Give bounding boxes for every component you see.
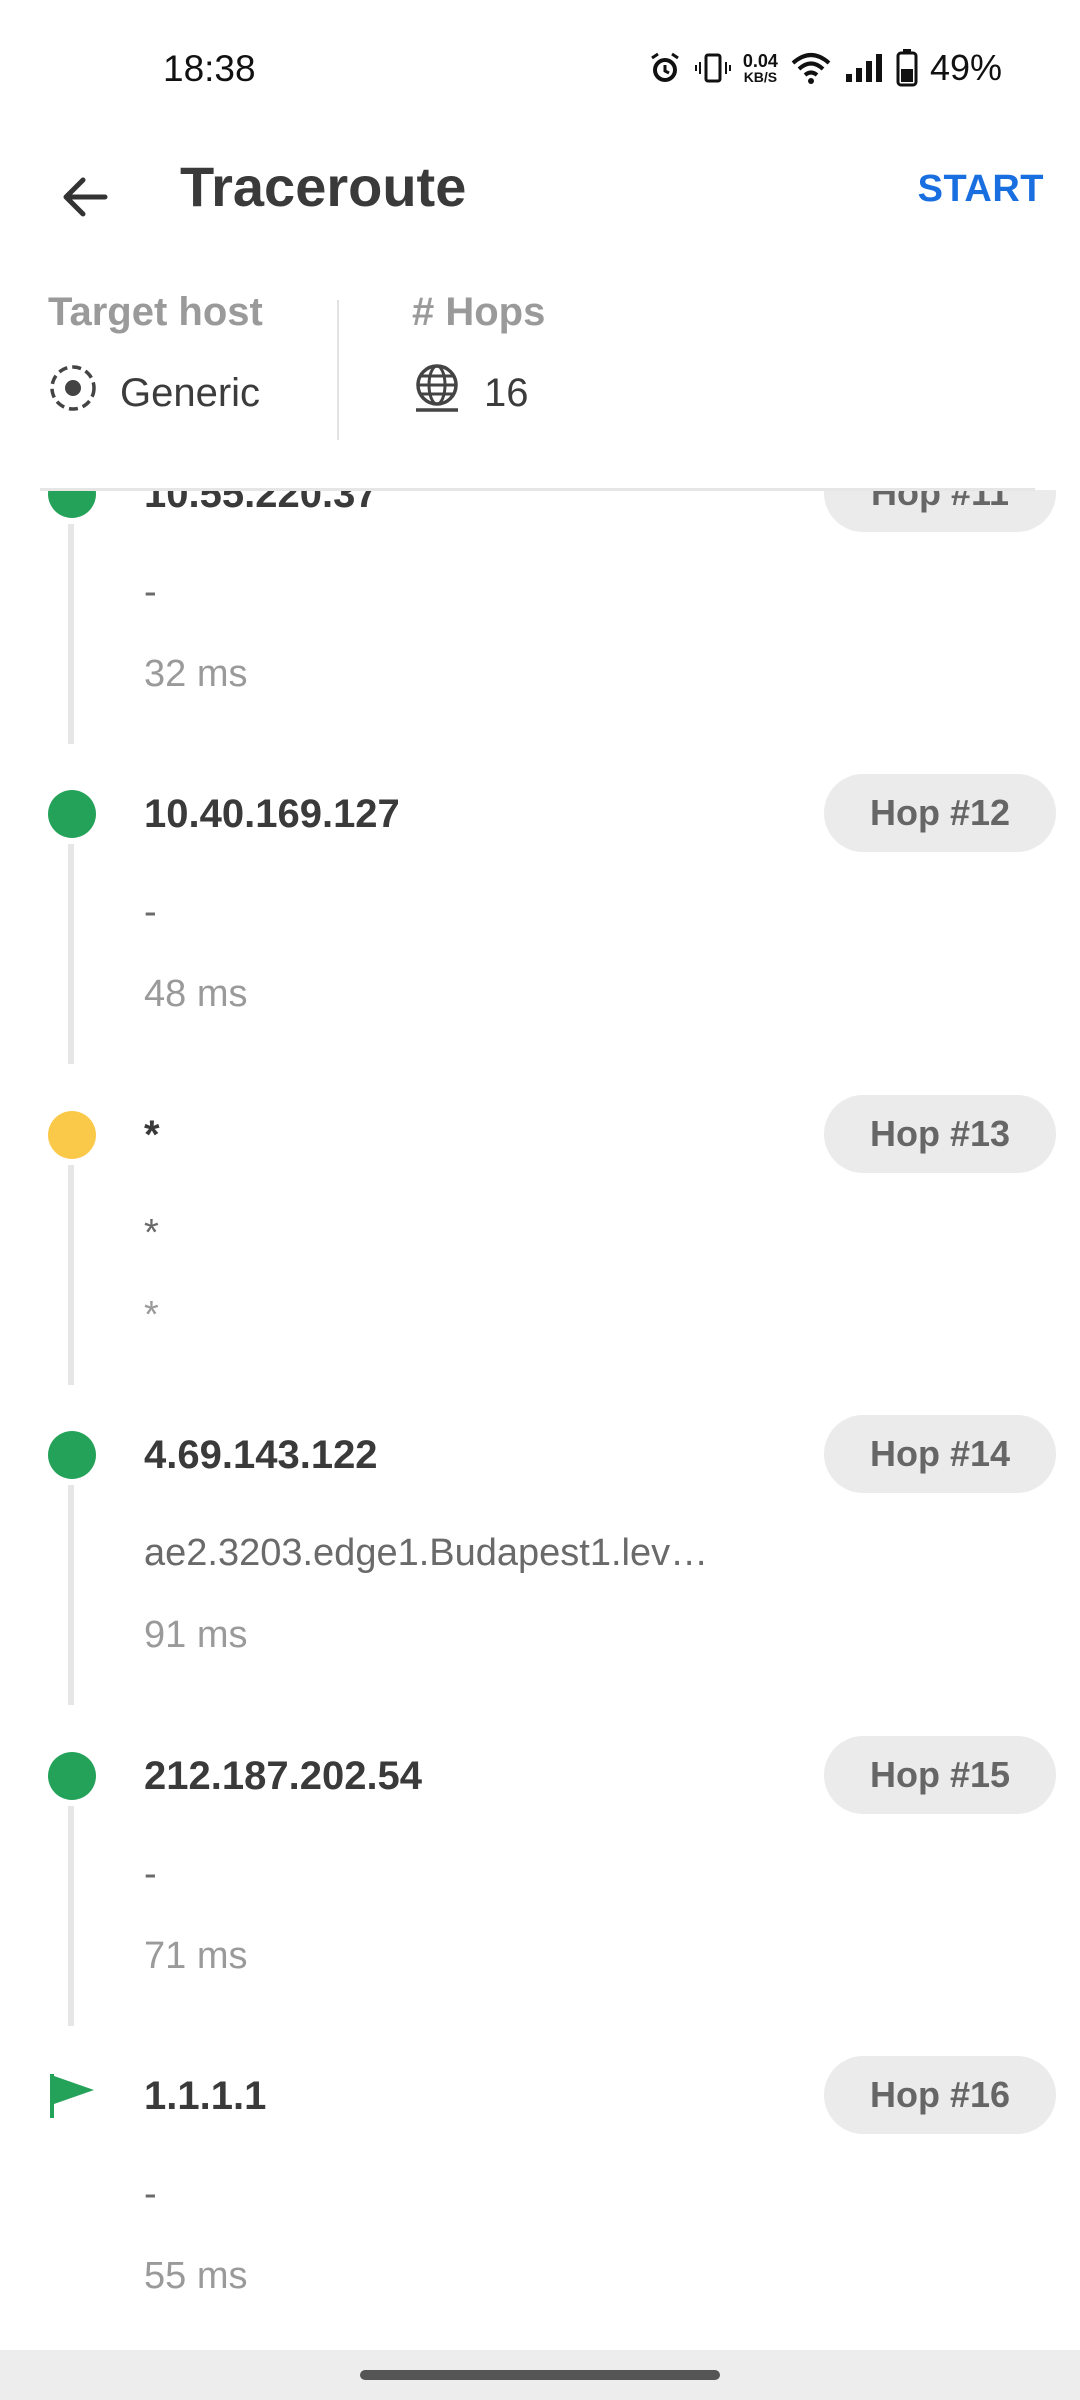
hop-time: * [144, 1294, 159, 1336]
hop-time: 48 ms [144, 973, 248, 1015]
hop-host: - [144, 2173, 157, 2215]
status-dot-icon [48, 1752, 96, 1800]
hop-connector [68, 1165, 74, 1385]
info-header: Target host Generic # Hops 16 [0, 290, 1080, 490]
hop-time: 55 ms [144, 2255, 248, 2297]
app-bar: Traceroute START [0, 140, 1080, 240]
hop-host: - [144, 891, 157, 933]
hops-label: # Hops [412, 290, 546, 334]
hop-badge: Hop #11 [824, 490, 1056, 532]
target-host-value: Generic [120, 370, 261, 415]
arrow-back-icon [63, 177, 108, 217]
vibrate-icon [694, 50, 731, 86]
hop-ip: 4.69.143.122 [144, 1433, 378, 1477]
header-divider [40, 488, 1035, 491]
status-time: 18:38 [163, 48, 256, 89]
hop-item[interactable]: 4.69.143.122 ae2.3203.edge1.Budapest1.le… [0, 1415, 1080, 1751]
hop-item[interactable]: * * * Hop #13 [0, 1095, 1080, 1431]
hop-time: 71 ms [144, 1935, 248, 1977]
back-button[interactable] [50, 162, 120, 232]
hop-ip: 10.40.169.127 [144, 792, 400, 836]
hop-host: ae2.3203.edge1.Budapest1.lev… [144, 1532, 709, 1574]
hop-list-viewport[interactable]: 10.55.220.37 - 32 ms Hop #11 10.40.169.1… [0, 490, 1080, 2350]
hop-ip: 10.55.220.37 [144, 490, 378, 516]
page-title: Traceroute [180, 155, 467, 218]
hop-time: 32 ms [144, 653, 248, 695]
globe-icon [412, 363, 462, 423]
start-button[interactable]: START [918, 168, 1044, 211]
hop-item[interactable]: 212.187.202.54 - 71 ms Hop #15 [0, 1736, 1080, 2072]
hop-ip: 212.187.202.54 [144, 1754, 423, 1798]
navigation-bar [0, 2350, 1080, 2400]
hop-connector [68, 524, 74, 744]
flag-icon [50, 2074, 94, 2118]
net-speed: 0.04 KB/S [743, 52, 778, 84]
hop-badge: Hop #12 [824, 774, 1056, 852]
target-radio-icon [48, 363, 98, 423]
hop-item[interactable]: 10.40.169.127 - 48 ms Hop #12 [0, 774, 1080, 1110]
battery-icon [896, 49, 918, 87]
hop-ip: 1.1.1.1 [144, 2074, 267, 2118]
hop-host: - [144, 571, 157, 613]
target-host-label: Target host [48, 290, 263, 334]
net-speed-value: 0.04 [742, 51, 778, 71]
battery-percent: 49% [929, 47, 1002, 88]
status-dot-icon [48, 1431, 96, 1479]
alarm-icon [647, 50, 683, 86]
home-gesture-handle[interactable] [360, 2370, 720, 2380]
signal-icon [844, 52, 884, 84]
hop-badge: Hop #16 [824, 2056, 1056, 2134]
status-dot-icon [48, 790, 96, 838]
net-speed-unit: KB/S [743, 69, 778, 85]
status-dot-icon [48, 490, 96, 518]
hop-badge: Hop #13 [824, 1095, 1056, 1173]
hops-count: 16 [484, 370, 529, 415]
target-host-section[interactable]: Target host Generic [48, 290, 263, 423]
hop-badge: Hop #14 [824, 1415, 1056, 1493]
status-icons: 0.04 KB/S 49% [647, 46, 1002, 90]
wifi-icon [790, 51, 832, 85]
hop-ip: * [144, 1113, 160, 1157]
hop-time: 91 ms [144, 1614, 248, 1656]
hop-connector [68, 844, 74, 1064]
hops-section: # Hops 16 [412, 290, 545, 423]
info-divider [337, 300, 339, 440]
hop-connector [68, 1485, 74, 1705]
hop-item[interactable]: 1.1.1.1 - 55 ms Hop #16 [0, 2056, 1080, 2350]
hop-connector [68, 1806, 74, 2026]
hop-badge: Hop #15 [824, 1736, 1056, 1814]
status-dot-icon [48, 1111, 96, 1159]
hop-item[interactable]: 10.55.220.37 - 32 ms Hop #11 [0, 490, 1080, 790]
status-bar: 18:38 0.04 KB/S 49% [0, 0, 1080, 140]
hop-host: * [144, 1212, 159, 1254]
hop-host: - [144, 1853, 157, 1895]
